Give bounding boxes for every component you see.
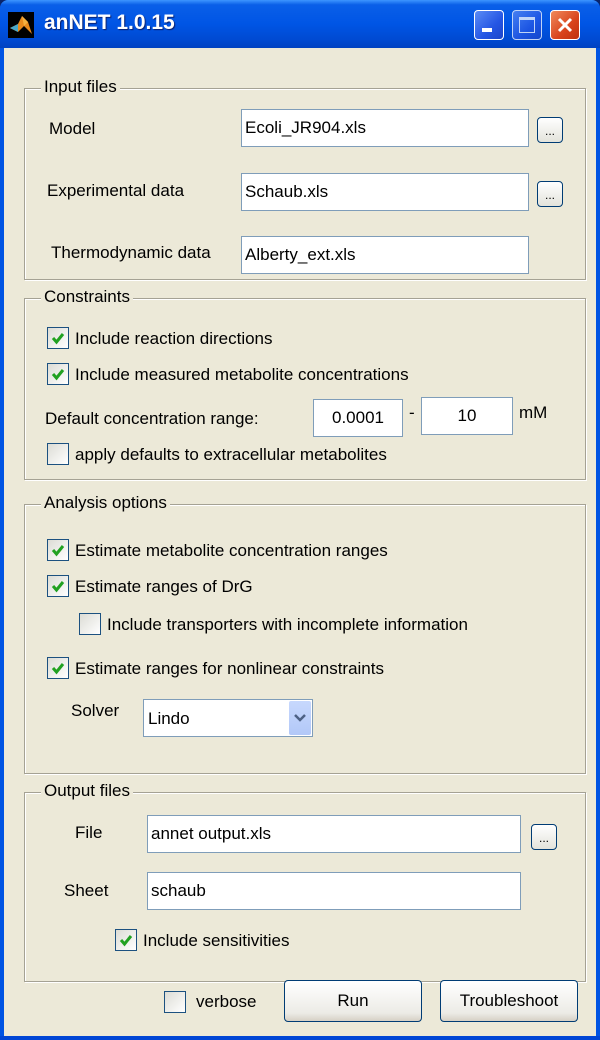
analysis-options-group: Analysis options Estimate metabolite con…	[24, 493, 586, 774]
range-separator: -	[409, 403, 415, 422]
file-input[interactable]: annet output.xls	[147, 815, 521, 853]
transporters-label: Include transporters with incomplete inf…	[107, 615, 468, 634]
file-label: File	[75, 823, 103, 842]
thermo-input[interactable]: Alberty_ext.xls	[241, 236, 529, 274]
verbose-label: verbose	[196, 992, 257, 1011]
check-icon	[51, 581, 65, 593]
drg-checkbox[interactable]	[47, 575, 69, 597]
solver-value: Lindo	[148, 709, 190, 728]
sheet-label: Sheet	[64, 881, 109, 900]
input-files-legend: Input files	[41, 77, 120, 97]
output-legend: Output files	[41, 781, 133, 801]
default-range-label: Default concentration range:	[45, 409, 259, 428]
extracellular-label: apply defaults to extracellular metaboli…	[75, 445, 387, 464]
maximize-icon	[519, 17, 535, 33]
experimental-input[interactable]: Schaub.xls	[241, 173, 529, 211]
solver-label: Solver	[71, 701, 120, 720]
range-unit-label: mM	[519, 403, 548, 422]
solver-select[interactable]: Lindo	[143, 699, 313, 737]
constraints-group: Constraints Include reaction directions …	[24, 287, 586, 480]
close-button[interactable]	[550, 10, 580, 40]
check-icon	[51, 663, 65, 675]
minimize-button[interactable]	[474, 10, 504, 40]
sensitivities-label: Include sensitivities	[143, 931, 290, 950]
verbose-checkbox[interactable]	[164, 991, 186, 1013]
transporters-checkbox[interactable]	[79, 613, 101, 635]
conc-ranges-label: Estimate metabolite concentration ranges	[75, 541, 388, 560]
run-button[interactable]: Run	[284, 980, 422, 1022]
close-icon	[557, 17, 573, 33]
thermo-label: Thermodynamic data	[51, 243, 211, 262]
reaction-directions-label: Include reaction directions	[75, 329, 273, 348]
maximize-button[interactable]	[512, 10, 542, 40]
output-files-group: Output files File annet output.xls ... S…	[24, 781, 586, 982]
model-browse-button[interactable]: ...	[537, 117, 563, 143]
range-min-input[interactable]: 0.0001	[313, 399, 403, 437]
experimental-browse-button[interactable]: ...	[537, 181, 563, 207]
check-icon	[119, 935, 133, 947]
constraints-legend: Constraints	[41, 287, 133, 307]
model-input[interactable]: Ecoli_JR904.xls	[241, 109, 529, 147]
sensitivities-checkbox[interactable]	[115, 929, 137, 951]
client-area: Input files Model Ecoli_JR904.xls ... Ex…	[4, 48, 596, 1036]
window-border	[0, 1036, 600, 1040]
analysis-legend: Analysis options	[41, 493, 170, 513]
nonlinear-checkbox[interactable]	[47, 657, 69, 679]
extracellular-checkbox[interactable]	[47, 443, 69, 465]
title-bar[interactable]: anNET 1.0.15	[0, 0, 600, 48]
reaction-directions-checkbox[interactable]	[47, 327, 69, 349]
drg-label: Estimate ranges of DrG	[75, 577, 253, 596]
chevron-down-icon	[294, 714, 306, 722]
check-icon	[51, 545, 65, 557]
app-window: anNET 1.0.15 Input files Model Ecoli_JR9…	[0, 0, 600, 1040]
sheet-input[interactable]: schaub	[147, 872, 521, 910]
check-icon	[51, 369, 65, 381]
measured-conc-checkbox[interactable]	[47, 363, 69, 385]
window-title: anNET 1.0.15	[44, 11, 175, 34]
troubleshoot-button[interactable]: Troubleshoot	[440, 980, 578, 1022]
model-label: Model	[49, 119, 96, 138]
range-max-input[interactable]: 10	[421, 397, 513, 435]
file-browse-button[interactable]: ...	[531, 824, 557, 850]
conc-ranges-checkbox[interactable]	[47, 539, 69, 561]
measured-conc-label: Include measured metabolite concentratio…	[75, 365, 409, 384]
dropdown-button[interactable]	[289, 701, 311, 735]
input-files-group: Input files Model Ecoli_JR904.xls ... Ex…	[24, 77, 586, 280]
nonlinear-label: Estimate ranges for nonlinear constraint…	[75, 659, 384, 678]
check-icon	[51, 333, 65, 345]
minimize-icon	[482, 28, 492, 32]
matlab-logo-icon	[8, 12, 34, 38]
experimental-label: Experimental data	[47, 181, 185, 200]
